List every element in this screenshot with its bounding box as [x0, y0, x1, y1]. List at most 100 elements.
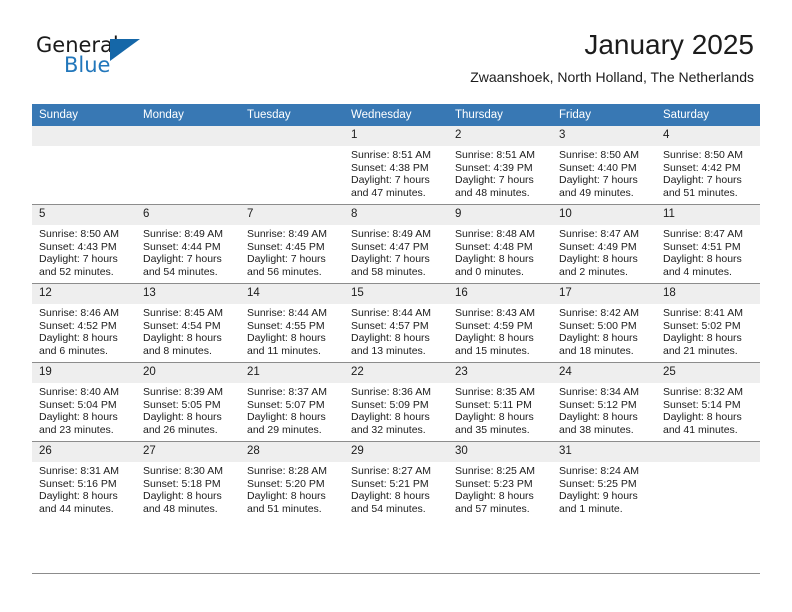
day-info: Sunrise: 8:31 AM Sunset: 5:16 PM Daylight:…	[32, 462, 136, 515]
day-info: Sunrise: 8:27 AM Sunset: 5:21 PM Daylight:…	[344, 462, 448, 515]
sunrise-text: Sunrise: 8:37 AM	[247, 386, 327, 398]
day-number: 24	[552, 363, 656, 383]
day-info: Sunrise: 8:51 AM Sunset: 4:39 PM Daylight:…	[448, 146, 552, 199]
day-number: 18	[656, 284, 760, 304]
daylight-text-line2: and 51 minutes.	[663, 186, 738, 199]
day-info: Sunrise: 8:44 AM Sunset: 4:55 PM Daylight:…	[240, 304, 344, 357]
daylight-text-line2: and 41 minutes.	[663, 423, 738, 436]
calendar-cell-empty	[240, 126, 344, 205]
calendar-cell-day[interactable]: 14 Sunrise: 8:44 AM Sunset: 4:55 PM Dayligh…	[240, 283, 344, 363]
calendar-cell-day[interactable]: 25 Sunrise: 8:32 AM Sunset: 5:14 PM Dayligh…	[656, 362, 760, 442]
sunrise-text: Sunrise: 8:34 AM	[559, 386, 639, 398]
calendar-cell-day[interactable]: 30 Sunrise: 8:25 AM Sunset: 5:23 PM Dayligh…	[448, 441, 552, 520]
sunset-text: Sunset: 5:07 PM	[247, 398, 325, 411]
day-info	[136, 146, 240, 149]
daylight-text-line1: Daylight: 8 hours	[455, 253, 534, 266]
calendar-cell-day[interactable]: 12 Sunrise: 8:46 AM Sunset: 4:52 PM Dayligh…	[32, 283, 136, 363]
daylight-text-line1: Daylight: 8 hours	[247, 490, 326, 503]
daylight-text-line2: and 6 minutes.	[39, 344, 108, 357]
day-info: Sunrise: 8:35 AM Sunset: 5:11 PM Daylight:…	[448, 383, 552, 436]
calendar-bottom-rule	[32, 573, 760, 574]
day-info: Sunrise: 8:50 AM Sunset: 4:40 PM Daylight:…	[552, 146, 656, 199]
daylight-text-line2: and 48 minutes.	[143, 502, 218, 515]
day-info: Sunrise: 8:47 AM Sunset: 4:49 PM Daylight:…	[552, 225, 656, 278]
daylight-text-line2: and 29 minutes.	[247, 423, 322, 436]
calendar-cell-day[interactable]: 11 Sunrise: 8:47 AM Sunset: 4:51 PM Dayligh…	[656, 204, 760, 284]
sunset-text: Sunset: 4:38 PM	[351, 161, 429, 174]
day-info: Sunrise: 8:46 AM Sunset: 4:52 PM Daylight:…	[32, 304, 136, 357]
sunset-text: Sunset: 5:20 PM	[247, 477, 325, 490]
calendar-cell-day[interactable]: 10 Sunrise: 8:47 AM Sunset: 4:49 PM Dayligh…	[552, 204, 656, 284]
day-number: 3	[552, 126, 656, 146]
sunrise-text: Sunrise: 8:49 AM	[247, 228, 327, 240]
calendar-cell-day[interactable]: 9 Sunrise: 8:48 AM Sunset: 4:48 PM Daylight…	[448, 204, 552, 284]
sunrise-text: Sunrise: 8:44 AM	[247, 307, 327, 319]
daylight-text-line1: Daylight: 7 hours	[247, 253, 326, 266]
sunrise-text: Sunrise: 8:46 AM	[39, 307, 119, 319]
calendar-cell-day[interactable]: 22 Sunrise: 8:36 AM Sunset: 5:09 PM Dayligh…	[344, 362, 448, 442]
calendar-cell-day[interactable]: 17 Sunrise: 8:42 AM Sunset: 5:00 PM Dayligh…	[552, 283, 656, 363]
daylight-text-line1: Daylight: 8 hours	[39, 411, 118, 424]
calendar-cell-day[interactable]: 31 Sunrise: 8:24 AM Sunset: 5:25 PM Dayligh…	[552, 441, 656, 520]
day-info: Sunrise: 8:50 AM Sunset: 4:43 PM Daylight:…	[32, 225, 136, 278]
calendar-cell-day[interactable]: 7 Sunrise: 8:49 AM Sunset: 4:45 PM Daylight…	[240, 204, 344, 284]
calendar-cell-day[interactable]: 29 Sunrise: 8:27 AM Sunset: 5:21 PM Dayligh…	[344, 441, 448, 520]
daylight-text-line1: Daylight: 8 hours	[663, 253, 742, 266]
brand-name-blue: Blue	[64, 53, 111, 77]
daylight-text-line1: Daylight: 9 hours	[559, 490, 638, 503]
calendar-cell-day[interactable]: 5 Sunrise: 8:50 AM Sunset: 4:43 PM Daylight…	[32, 204, 136, 284]
daylight-text-line2: and 48 minutes.	[455, 186, 530, 199]
day-number: 4	[656, 126, 760, 146]
sunset-text: Sunset: 5:18 PM	[143, 477, 221, 490]
day-info: Sunrise: 8:47 AM Sunset: 4:51 PM Daylight:…	[656, 225, 760, 278]
calendar-cell-day[interactable]: 24 Sunrise: 8:34 AM Sunset: 5:12 PM Dayligh…	[552, 362, 656, 442]
calendar-cell-day[interactable]: 18 Sunrise: 8:41 AM Sunset: 5:02 PM Dayligh…	[656, 283, 760, 363]
daylight-text-line2: and 13 minutes.	[351, 344, 426, 357]
calendar-cell-day[interactable]: 28 Sunrise: 8:28 AM Sunset: 5:20 PM Dayligh…	[240, 441, 344, 520]
sunset-text: Sunset: 4:40 PM	[559, 161, 637, 174]
calendar-cell-day[interactable]: 19 Sunrise: 8:40 AM Sunset: 5:04 PM Dayligh…	[32, 362, 136, 442]
calendar-cell-day[interactable]: 26 Sunrise: 8:31 AM Sunset: 5:16 PM Dayligh…	[32, 441, 136, 520]
calendar-cell-day[interactable]: 20 Sunrise: 8:39 AM Sunset: 5:05 PM Dayligh…	[136, 362, 240, 442]
calendar-header-row: Sunday Monday Tuesday Wednesday Thursday…	[32, 104, 760, 126]
day-info: Sunrise: 8:45 AM Sunset: 4:54 PM Daylight:…	[136, 304, 240, 357]
weekday-header-wednesday: Wednesday	[344, 104, 448, 126]
calendar-cell-day[interactable]: 16 Sunrise: 8:43 AM Sunset: 4:59 PM Dayligh…	[448, 283, 552, 363]
page-header: General Blue January 2025 Zwaanshoek, No…	[0, 0, 792, 104]
sunrise-text: Sunrise: 8:40 AM	[39, 386, 119, 398]
daylight-text-line2: and 54 minutes.	[351, 502, 426, 515]
sunrise-text: Sunrise: 8:25 AM	[455, 465, 535, 477]
calendar-cell-day[interactable]: 4 Sunrise: 8:50 AM Sunset: 4:42 PM Daylight…	[656, 126, 760, 205]
daylight-text-line2: and 44 minutes.	[39, 502, 114, 515]
calendar-page: General Blue January 2025 Zwaanshoek, No…	[0, 0, 792, 612]
daylight-text-line1: Daylight: 8 hours	[351, 332, 430, 345]
calendar-cell-day[interactable]: 2 Sunrise: 8:51 AM Sunset: 4:39 PM Daylight…	[448, 126, 552, 205]
day-number: 5	[32, 205, 136, 225]
triangle-icon	[110, 39, 140, 61]
daylight-text-line2: and 1 minute.	[559, 502, 623, 515]
brand-logo[interactable]: General Blue	[36, 34, 166, 84]
calendar-cell-day[interactable]: 23 Sunrise: 8:35 AM Sunset: 5:11 PM Dayligh…	[448, 362, 552, 442]
calendar-cell-day[interactable]: 8 Sunrise: 8:49 AM Sunset: 4:47 PM Daylight…	[344, 204, 448, 284]
calendar-cell-day[interactable]: 6 Sunrise: 8:49 AM Sunset: 4:44 PM Daylight…	[136, 204, 240, 284]
sunset-text: Sunset: 4:51 PM	[663, 240, 741, 253]
daylight-text-line2: and 23 minutes.	[39, 423, 114, 436]
calendar-cell-day[interactable]: 1 Sunrise: 8:51 AM Sunset: 4:38 PM Daylight…	[344, 126, 448, 205]
calendar-cell-day[interactable]: 21 Sunrise: 8:37 AM Sunset: 5:07 PM Dayligh…	[240, 362, 344, 442]
daylight-text-line1: Daylight: 8 hours	[143, 332, 222, 345]
weekday-header-monday: Monday	[136, 104, 240, 126]
sunset-text: Sunset: 5:11 PM	[455, 398, 532, 411]
calendar-cell-day[interactable]: 15 Sunrise: 8:44 AM Sunset: 4:57 PM Dayligh…	[344, 283, 448, 363]
day-number: 23	[448, 363, 552, 383]
daylight-text-line1: Daylight: 8 hours	[559, 332, 638, 345]
daylight-text-line1: Daylight: 7 hours	[455, 174, 534, 187]
calendar-cell-day[interactable]: 3 Sunrise: 8:50 AM Sunset: 4:40 PM Daylight…	[552, 126, 656, 205]
daylight-text-line2: and 56 minutes.	[247, 265, 322, 278]
calendar-cell-day[interactable]: 13 Sunrise: 8:45 AM Sunset: 4:54 PM Dayligh…	[136, 283, 240, 363]
sunset-text: Sunset: 5:16 PM	[39, 477, 117, 490]
day-number: 11	[656, 205, 760, 225]
daylight-text-line1: Daylight: 8 hours	[351, 411, 430, 424]
calendar-week-row: 12 Sunrise: 8:46 AM Sunset: 4:52 PM Dayligh…	[32, 283, 760, 363]
calendar-cell-day[interactable]: 27 Sunrise: 8:30 AM Sunset: 5:18 PM Dayligh…	[136, 441, 240, 520]
day-number: 16	[448, 284, 552, 304]
